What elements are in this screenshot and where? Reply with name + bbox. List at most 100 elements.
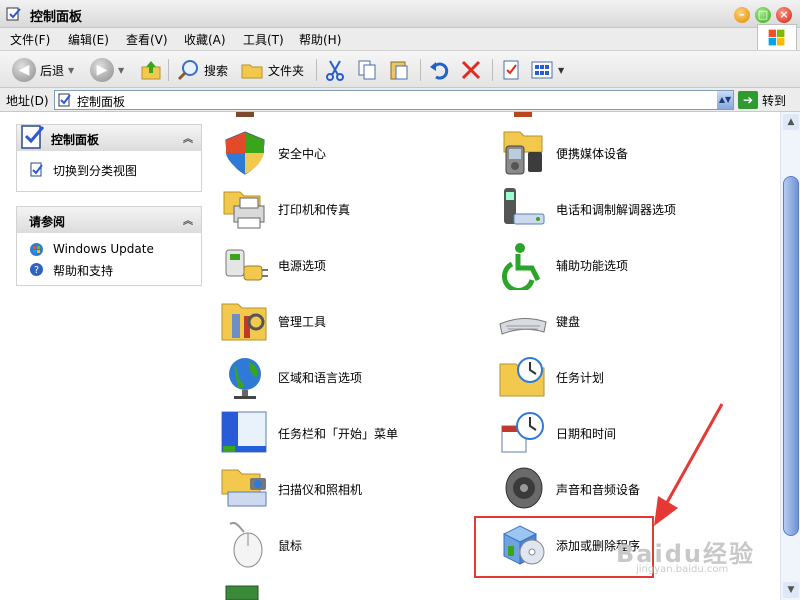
- toolbar: ◀ 后退 ▼ ▶ ▼ 搜索 文件夹 ▼: [0, 50, 800, 88]
- views-grid-icon: [531, 61, 553, 79]
- item-label: 电源选项: [278, 259, 327, 273]
- menu-tools[interactable]: 工具(T): [243, 31, 284, 48]
- collapse-chevron-icon[interactable]: ︽: [183, 130, 193, 145]
- undo-icon: [430, 62, 449, 80]
- item-scanners-cameras[interactable]: 扫描仪和照相机: [220, 464, 480, 516]
- item-printers-faxes[interactable]: 打印机和传真: [220, 184, 480, 236]
- windows-flag-icon: [768, 29, 785, 46]
- item-portable-media-devices[interactable]: 便携媒体设备: [498, 128, 758, 180]
- svg-text:?: ?: [34, 265, 39, 276]
- taskbar-icon: [221, 411, 267, 453]
- up-folder-icon: [141, 61, 161, 80]
- portable-media-icon: [503, 131, 543, 175]
- see-also-section-header[interactable]: 请参阅 ︽: [17, 207, 201, 233]
- search-button[interactable]: 搜索: [176, 57, 228, 83]
- address-value: 控制面板: [77, 95, 126, 109]
- up-folder-button[interactable]: [140, 57, 162, 83]
- delete-x-icon: [461, 60, 481, 80]
- item-label: 日期和时间: [556, 427, 617, 441]
- views-button[interactable]: ▼: [530, 57, 564, 83]
- address-dropdown-icon[interactable]: ▲▼: [717, 91, 733, 109]
- control-panel-section-title: 控制面板: [51, 133, 100, 147]
- maximize-button[interactable]: □: [755, 7, 771, 23]
- address-input[interactable]: 控制面板 ▲▼: [54, 90, 734, 110]
- item-label: 声音和音频设备: [556, 483, 641, 497]
- forward-button[interactable]: ▶ ▼: [90, 57, 124, 83]
- accessibility-wheelchair-icon: [501, 243, 541, 290]
- annotation-arrow: [654, 403, 724, 526]
- paste-icon: [390, 61, 408, 80]
- item-power-options[interactable]: 电源选项: [220, 240, 480, 292]
- address-bar: 地址(D) 控制面板 ▲▼ ➔ 转到: [0, 88, 800, 112]
- folders-label: 文件夹: [268, 63, 305, 78]
- collapse-chevron-icon[interactable]: ︽: [183, 212, 193, 227]
- switch-category-view-label: 切换到分类视图: [53, 164, 138, 178]
- address-label: 地址(D): [6, 94, 49, 108]
- undo-button[interactable]: [428, 57, 450, 83]
- item-keyboard[interactable]: 键盘: [498, 296, 758, 348]
- item-security-center[interactable]: 安全中心: [220, 128, 480, 180]
- phone-modem-icon: [504, 188, 545, 225]
- control-panel-section-header[interactable]: 控制面板 ︽: [17, 125, 201, 151]
- item-label: 键盘: [556, 315, 581, 329]
- switch-category-view-link[interactable]: 切换到分类视图: [17, 159, 201, 179]
- menu-favorites[interactable]: 收藏(A): [184, 31, 226, 48]
- menu-view[interactable]: 查看(V): [126, 31, 168, 48]
- item-label: 任务栏和「开始」菜单: [278, 427, 399, 441]
- item-phone-modem[interactable]: 电话和调制解调器选项: [498, 184, 758, 236]
- security-shield-icon: [225, 131, 265, 175]
- close-button[interactable]: ×: [776, 7, 792, 23]
- item-taskbar-start-menu[interactable]: 任务栏和「开始」菜单: [220, 408, 480, 460]
- menu-edit[interactable]: 编辑(E): [68, 31, 109, 48]
- forward-dropdown-icon: ▼: [118, 65, 125, 75]
- minimize-button[interactable]: –: [734, 7, 750, 23]
- watermark-url: jingyan.baidu.com: [636, 564, 729, 575]
- window-title: 控制面板: [30, 10, 83, 25]
- go-label: 转到: [762, 93, 787, 108]
- copy-button[interactable]: [356, 57, 378, 83]
- go-arrow-icon: ➔: [738, 91, 758, 109]
- admin-tools-icon: [221, 303, 267, 341]
- folders-button[interactable]: 文件夹: [240, 57, 304, 83]
- item-scheduled-tasks[interactable]: 任务计划: [498, 352, 758, 404]
- scroll-up-arrow-icon[interactable]: ▲: [783, 114, 799, 130]
- menu-file[interactable]: 文件(F): [10, 31, 50, 48]
- item-mouse[interactable]: 鼠标: [220, 520, 480, 572]
- control-panel-section: 控制面板 ︽ 切换到分类视图: [16, 124, 202, 192]
- windows-logo: [757, 24, 797, 52]
- back-label: 后退: [40, 63, 65, 78]
- cut-button[interactable]: [324, 57, 346, 83]
- item-label: 打印机和传真: [278, 203, 351, 217]
- views-dropdown-icon: ▼: [558, 65, 565, 75]
- help-support-link[interactable]: ? 帮助和支持: [17, 259, 201, 279]
- see-also-title: 请参阅: [29, 215, 66, 229]
- back-dropdown-icon: ▼: [68, 65, 75, 75]
- go-button[interactable]: ➔ 转到: [738, 90, 786, 110]
- vertical-scrollbar[interactable]: ▲ ▼: [780, 112, 800, 600]
- item-administrative-tools[interactable]: 管理工具: [220, 296, 480, 348]
- item-accessibility[interactable]: 辅助功能选项: [498, 240, 758, 292]
- delete-button[interactable]: [460, 57, 482, 83]
- partial-icon-bottom-left: [225, 585, 259, 600]
- menu-help[interactable]: 帮助(H): [299, 31, 341, 48]
- back-button[interactable]: ◀ 后退 ▼: [12, 57, 74, 83]
- printer-icon: [223, 191, 265, 229]
- scanner-camera-icon: [221, 469, 267, 507]
- help-support-label: 帮助和支持: [53, 264, 114, 278]
- scheduled-tasks-icon: [499, 357, 545, 397]
- scroll-down-arrow-icon[interactable]: ▼: [783, 582, 799, 598]
- scissors-icon: [326, 60, 344, 81]
- paste-button[interactable]: [388, 57, 410, 83]
- help-icon: ?: [30, 263, 43, 276]
- copy-icon: [358, 60, 376, 80]
- title-bar: 控制面板: [0, 0, 800, 28]
- windows-update-link[interactable]: Windows Update: [17, 239, 201, 259]
- item-label: 安全中心: [278, 147, 327, 161]
- switch-view-icon: [30, 162, 43, 177]
- item-label: 辅助功能选项: [556, 259, 629, 273]
- item-regional-language[interactable]: 区域和语言选项: [220, 352, 480, 404]
- item-label: 任务计划: [556, 371, 605, 385]
- item-label: 鼠标: [278, 539, 303, 553]
- scroll-thumb[interactable]: [783, 176, 799, 536]
- properties-button[interactable]: [500, 57, 522, 83]
